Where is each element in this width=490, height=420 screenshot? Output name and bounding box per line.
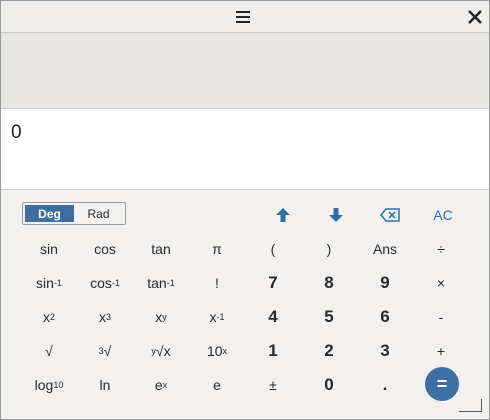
backspace-button[interactable] [362, 200, 418, 230]
pi-button[interactable]: π [189, 234, 245, 264]
digit-8-button[interactable]: 8 [301, 268, 357, 298]
digit-4-button[interactable]: 4 [245, 302, 301, 332]
cube-root-button[interactable]: 3 √ [77, 336, 133, 366]
hamburger-icon [236, 11, 250, 23]
digit-2-button[interactable]: 2 [301, 336, 357, 366]
sqrt-button[interactable]: √ [21, 336, 77, 366]
atan-button[interactable]: tan -1 [133, 268, 189, 298]
angle-mode-toggle[interactable]: Deg Rad [22, 202, 126, 225]
sin-button[interactable]: sin [21, 234, 77, 264]
digit-7-button[interactable]: 7 [245, 268, 301, 298]
nth-root-button[interactable]: y √x [133, 336, 189, 366]
power-button[interactable]: xy [133, 302, 189, 332]
deg-option[interactable]: Deg [25, 205, 74, 222]
history-panel [1, 33, 489, 109]
acos-button[interactable]: cos -1 [77, 268, 133, 298]
subtract-button[interactable]: - [413, 302, 469, 332]
negate-button[interactable]: ± [245, 370, 301, 400]
digit-9-button[interactable]: 9 [357, 268, 413, 298]
tan-button[interactable]: tan [133, 234, 189, 264]
ten-power-button[interactable]: 10 x [189, 336, 245, 366]
up-arrow-icon [276, 208, 290, 222]
digit-1-button[interactable]: 1 [245, 336, 301, 366]
digit-6-button[interactable]: 6 [357, 302, 413, 332]
equals-button[interactable]: = [425, 367, 459, 401]
display-panel: 0 [1, 109, 489, 190]
clear-button[interactable]: AC [415, 200, 471, 230]
close-paren-button[interactable]: ) [301, 234, 357, 264]
exp-button[interactable]: ex [133, 370, 189, 400]
divide-button[interactable]: ÷ [413, 234, 469, 264]
decimal-button[interactable]: . [357, 370, 413, 400]
square-button[interactable]: x2 [21, 302, 77, 332]
keypad: Deg Rad AC sin cos tan π ( ) Ans ÷ sin -1… [1, 190, 489, 419]
rad-option[interactable]: Rad [74, 205, 123, 222]
down-arrow-icon [329, 208, 343, 222]
close-icon [468, 10, 482, 24]
backspace-icon [380, 208, 400, 222]
e-constant-button[interactable]: e [189, 370, 245, 400]
digit-5-button[interactable]: 5 [301, 302, 357, 332]
cube-button[interactable]: x3 [77, 302, 133, 332]
history-down-button[interactable] [308, 200, 364, 230]
add-button[interactable]: + [413, 336, 469, 366]
ln-button[interactable]: ln [77, 370, 133, 400]
history-up-button[interactable] [255, 200, 311, 230]
digit-0-button[interactable]: 0 [301, 370, 357, 400]
close-button[interactable] [463, 6, 487, 28]
multiply-button[interactable]: × [413, 268, 469, 298]
digit-3-button[interactable]: 3 [357, 336, 413, 366]
calculator-window: 0 Deg Rad AC sin cos tan π ( ) Ans ÷ sin… [0, 0, 490, 420]
menu-button[interactable] [230, 6, 256, 28]
log10-button[interactable]: log 10 [21, 370, 77, 400]
titlebar [1, 1, 489, 33]
reciprocal-button[interactable]: x -1 [189, 302, 245, 332]
resize-grip[interactable] [459, 399, 482, 412]
display-value: 0 [11, 122, 22, 143]
cos-button[interactable]: cos [77, 234, 133, 264]
open-paren-button[interactable]: ( [245, 234, 301, 264]
asin-button[interactable]: sin -1 [21, 268, 77, 298]
ans-button[interactable]: Ans [357, 234, 413, 264]
factorial-button[interactable]: ! [189, 268, 245, 298]
